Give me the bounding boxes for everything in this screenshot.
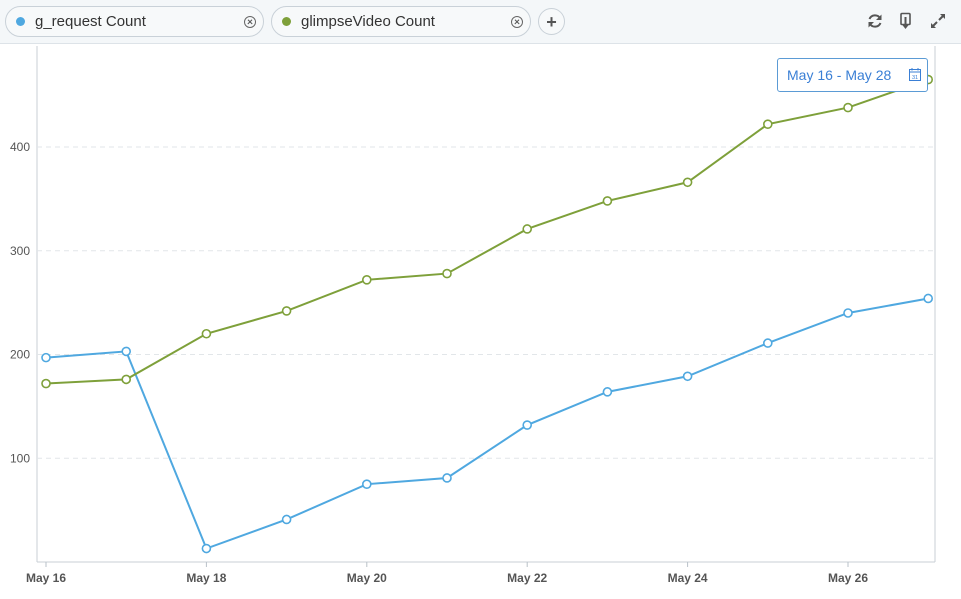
x-tick-label: May 16 — [26, 571, 66, 585]
data-point — [442, 268, 452, 279]
export-icon[interactable] — [897, 12, 915, 30]
data-point — [843, 102, 853, 113]
data-point — [762, 119, 773, 129]
y-tick-label: 200 — [10, 348, 30, 362]
expand-icon[interactable] — [929, 12, 947, 30]
data-point — [682, 177, 693, 188]
data-point — [361, 479, 372, 489]
data-point — [281, 514, 292, 525]
refresh-icon[interactable] — [866, 12, 884, 30]
data-point — [602, 196, 613, 206]
data-point — [41, 378, 51, 389]
data-point — [201, 328, 212, 339]
data-point — [201, 543, 212, 554]
series-color-dot — [16, 17, 25, 26]
x-tick-label: May 22 — [507, 571, 547, 585]
calendar-icon: 31 — [909, 68, 921, 81]
x-tick-label: May 26 — [828, 571, 868, 585]
data-point — [522, 224, 533, 234]
data-point — [442, 473, 452, 483]
y-tick-label: 100 — [10, 451, 30, 465]
y-tick-label: 400 — [10, 140, 30, 154]
line-chart: 100 200 300 400 May 16 May 18 May 20 May 22 May … — [10, 46, 936, 585]
date-range-picker[interactable]: May 16 - May 28 31 — [777, 58, 928, 92]
series-pill-g-request[interactable]: g_request Count — [5, 6, 264, 37]
series-color-dot — [282, 17, 291, 26]
data-point — [41, 352, 51, 363]
remove-series-icon[interactable] — [511, 15, 523, 28]
x-tick-label: May 18 — [186, 571, 226, 585]
data-point — [602, 387, 613, 397]
data-point — [281, 306, 292, 316]
data-point — [121, 346, 131, 357]
x-tick-label: May 24 — [668, 571, 708, 585]
add-series-button[interactable]: + — [538, 8, 565, 35]
remove-series-icon[interactable] — [244, 15, 256, 28]
data-point — [522, 420, 533, 430]
data-point — [121, 374, 131, 385]
y-tick-label: 300 — [10, 244, 30, 258]
data-point — [923, 293, 934, 304]
series-line-0 — [45, 297, 929, 550]
series-line-1 — [45, 78, 929, 385]
chart-area: 100 200 300 400 May 16 May 18 May 20 May 22 May … — [0, 45, 961, 594]
data-point — [361, 274, 372, 285]
svg-text:31: 31 — [912, 75, 918, 81]
date-range-label: May 16 - May 28 — [787, 67, 892, 83]
data-point — [762, 338, 773, 348]
series-pill-glimpse-video[interactable]: glimpseVideo Count — [271, 6, 531, 37]
data-point — [843, 308, 853, 318]
series-pill-label: g_request Count — [35, 13, 146, 30]
toolbar: g_request Count glimpseVideo Count + — [0, 0, 961, 44]
data-point — [682, 371, 693, 382]
x-tick-label: May 20 — [347, 571, 387, 585]
series-pill-label: glimpseVideo Count — [301, 13, 435, 30]
